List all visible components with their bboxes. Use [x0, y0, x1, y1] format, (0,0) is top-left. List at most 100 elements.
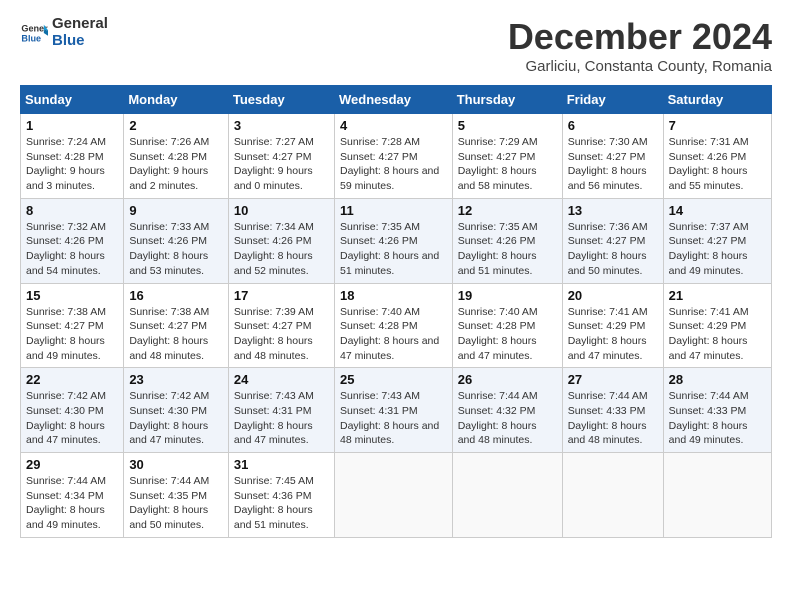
column-header-saturday: Saturday	[663, 86, 771, 114]
calendar-cell: 18 Sunrise: 7:40 AM Sunset: 4:28 PM Dayl…	[334, 283, 452, 368]
calendar-cell: 30 Sunrise: 7:44 AM Sunset: 4:35 PM Dayl…	[124, 453, 229, 538]
day-number: 25	[340, 372, 447, 387]
calendar-cell: 24 Sunrise: 7:43 AM Sunset: 4:31 PM Dayl…	[228, 368, 334, 453]
day-detail: Sunrise: 7:29 AM Sunset: 4:27 PM Dayligh…	[458, 135, 557, 194]
calendar-week-3: 15 Sunrise: 7:38 AM Sunset: 4:27 PM Dayl…	[21, 283, 772, 368]
day-number: 16	[129, 288, 223, 303]
calendar-cell	[334, 453, 452, 538]
day-number: 27	[568, 372, 658, 387]
column-header-tuesday: Tuesday	[228, 86, 334, 114]
day-detail: Sunrise: 7:38 AM Sunset: 4:27 PM Dayligh…	[129, 305, 223, 364]
calendar-cell: 17 Sunrise: 7:39 AM Sunset: 4:27 PM Dayl…	[228, 283, 334, 368]
calendar-cell: 29 Sunrise: 7:44 AM Sunset: 4:34 PM Dayl…	[21, 453, 124, 538]
calendar-cell: 11 Sunrise: 7:35 AM Sunset: 4:26 PM Dayl…	[334, 198, 452, 283]
day-number: 3	[234, 118, 329, 133]
calendar-cell: 21 Sunrise: 7:41 AM Sunset: 4:29 PM Dayl…	[663, 283, 771, 368]
logo-icon: General Blue	[20, 19, 48, 47]
day-detail: Sunrise: 7:41 AM Sunset: 4:29 PM Dayligh…	[669, 305, 766, 364]
calendar-cell: 1 Sunrise: 7:24 AM Sunset: 4:28 PM Dayli…	[21, 114, 124, 199]
column-header-thursday: Thursday	[452, 86, 562, 114]
day-detail: Sunrise: 7:44 AM Sunset: 4:32 PM Dayligh…	[458, 389, 557, 448]
day-detail: Sunrise: 7:43 AM Sunset: 4:31 PM Dayligh…	[340, 389, 447, 448]
day-number: 13	[568, 203, 658, 218]
location-subtitle: Garliciu, Constanta County, Romania	[508, 58, 772, 75]
day-number: 1	[26, 118, 118, 133]
day-number: 31	[234, 457, 329, 472]
day-detail: Sunrise: 7:43 AM Sunset: 4:31 PM Dayligh…	[234, 389, 329, 448]
day-number: 22	[26, 372, 118, 387]
day-detail: Sunrise: 7:38 AM Sunset: 4:27 PM Dayligh…	[26, 305, 118, 364]
calendar-cell: 12 Sunrise: 7:35 AM Sunset: 4:26 PM Dayl…	[452, 198, 562, 283]
title-block: December 2024 Garliciu, Constanta County…	[508, 16, 772, 75]
day-detail: Sunrise: 7:41 AM Sunset: 4:29 PM Dayligh…	[568, 305, 658, 364]
day-detail: Sunrise: 7:39 AM Sunset: 4:27 PM Dayligh…	[234, 305, 329, 364]
page-header: General Blue General Blue December 2024 …	[20, 16, 772, 75]
day-detail: Sunrise: 7:40 AM Sunset: 4:28 PM Dayligh…	[340, 305, 447, 364]
svg-text:Blue: Blue	[21, 33, 41, 43]
logo-general: General	[52, 16, 108, 33]
day-detail: Sunrise: 7:40 AM Sunset: 4:28 PM Dayligh…	[458, 305, 557, 364]
calendar-cell: 9 Sunrise: 7:33 AM Sunset: 4:26 PM Dayli…	[124, 198, 229, 283]
logo-blue: Blue	[52, 33, 108, 50]
logo: General Blue General Blue	[20, 16, 108, 49]
day-detail: Sunrise: 7:35 AM Sunset: 4:26 PM Dayligh…	[458, 220, 557, 279]
calendar-cell: 22 Sunrise: 7:42 AM Sunset: 4:30 PM Dayl…	[21, 368, 124, 453]
month-title: December 2024	[508, 16, 772, 58]
day-detail: Sunrise: 7:36 AM Sunset: 4:27 PM Dayligh…	[568, 220, 658, 279]
day-number: 10	[234, 203, 329, 218]
calendar-cell: 4 Sunrise: 7:28 AM Sunset: 4:27 PM Dayli…	[334, 114, 452, 199]
day-detail: Sunrise: 7:27 AM Sunset: 4:27 PM Dayligh…	[234, 135, 329, 194]
day-detail: Sunrise: 7:44 AM Sunset: 4:33 PM Dayligh…	[568, 389, 658, 448]
day-detail: Sunrise: 7:44 AM Sunset: 4:34 PM Dayligh…	[26, 474, 118, 533]
calendar-body: 1 Sunrise: 7:24 AM Sunset: 4:28 PM Dayli…	[21, 114, 772, 538]
calendar-cell	[452, 453, 562, 538]
day-number: 18	[340, 288, 447, 303]
calendar-week-5: 29 Sunrise: 7:44 AM Sunset: 4:34 PM Dayl…	[21, 453, 772, 538]
calendar-week-1: 1 Sunrise: 7:24 AM Sunset: 4:28 PM Dayli…	[21, 114, 772, 199]
calendar-week-2: 8 Sunrise: 7:32 AM Sunset: 4:26 PM Dayli…	[21, 198, 772, 283]
day-number: 28	[669, 372, 766, 387]
day-number: 5	[458, 118, 557, 133]
day-detail: Sunrise: 7:35 AM Sunset: 4:26 PM Dayligh…	[340, 220, 447, 279]
day-number: 4	[340, 118, 447, 133]
calendar-cell: 23 Sunrise: 7:42 AM Sunset: 4:30 PM Dayl…	[124, 368, 229, 453]
day-detail: Sunrise: 7:32 AM Sunset: 4:26 PM Dayligh…	[26, 220, 118, 279]
day-detail: Sunrise: 7:37 AM Sunset: 4:27 PM Dayligh…	[669, 220, 766, 279]
day-number: 8	[26, 203, 118, 218]
day-detail: Sunrise: 7:31 AM Sunset: 4:26 PM Dayligh…	[669, 135, 766, 194]
day-number: 2	[129, 118, 223, 133]
calendar-cell: 26 Sunrise: 7:44 AM Sunset: 4:32 PM Dayl…	[452, 368, 562, 453]
calendar-cell	[663, 453, 771, 538]
day-detail: Sunrise: 7:42 AM Sunset: 4:30 PM Dayligh…	[26, 389, 118, 448]
day-detail: Sunrise: 7:33 AM Sunset: 4:26 PM Dayligh…	[129, 220, 223, 279]
calendar-header-row: SundayMondayTuesdayWednesdayThursdayFrid…	[21, 86, 772, 114]
calendar-cell: 13 Sunrise: 7:36 AM Sunset: 4:27 PM Dayl…	[562, 198, 663, 283]
day-detail: Sunrise: 7:28 AM Sunset: 4:27 PM Dayligh…	[340, 135, 447, 194]
calendar-cell: 25 Sunrise: 7:43 AM Sunset: 4:31 PM Dayl…	[334, 368, 452, 453]
calendar-cell: 20 Sunrise: 7:41 AM Sunset: 4:29 PM Dayl…	[562, 283, 663, 368]
calendar-cell: 10 Sunrise: 7:34 AM Sunset: 4:26 PM Dayl…	[228, 198, 334, 283]
calendar-cell: 27 Sunrise: 7:44 AM Sunset: 4:33 PM Dayl…	[562, 368, 663, 453]
calendar-cell: 2 Sunrise: 7:26 AM Sunset: 4:28 PM Dayli…	[124, 114, 229, 199]
column-header-monday: Monday	[124, 86, 229, 114]
calendar-cell: 14 Sunrise: 7:37 AM Sunset: 4:27 PM Dayl…	[663, 198, 771, 283]
day-detail: Sunrise: 7:45 AM Sunset: 4:36 PM Dayligh…	[234, 474, 329, 533]
calendar-cell: 6 Sunrise: 7:30 AM Sunset: 4:27 PM Dayli…	[562, 114, 663, 199]
column-header-wednesday: Wednesday	[334, 86, 452, 114]
day-detail: Sunrise: 7:34 AM Sunset: 4:26 PM Dayligh…	[234, 220, 329, 279]
calendar-cell	[562, 453, 663, 538]
day-detail: Sunrise: 7:44 AM Sunset: 4:35 PM Dayligh…	[129, 474, 223, 533]
day-number: 17	[234, 288, 329, 303]
calendar-week-4: 22 Sunrise: 7:42 AM Sunset: 4:30 PM Dayl…	[21, 368, 772, 453]
day-detail: Sunrise: 7:24 AM Sunset: 4:28 PM Dayligh…	[26, 135, 118, 194]
day-number: 15	[26, 288, 118, 303]
day-number: 19	[458, 288, 557, 303]
day-number: 14	[669, 203, 766, 218]
calendar-cell: 19 Sunrise: 7:40 AM Sunset: 4:28 PM Dayl…	[452, 283, 562, 368]
day-number: 9	[129, 203, 223, 218]
calendar-cell: 3 Sunrise: 7:27 AM Sunset: 4:27 PM Dayli…	[228, 114, 334, 199]
day-number: 21	[669, 288, 766, 303]
day-number: 6	[568, 118, 658, 133]
day-number: 23	[129, 372, 223, 387]
day-number: 26	[458, 372, 557, 387]
